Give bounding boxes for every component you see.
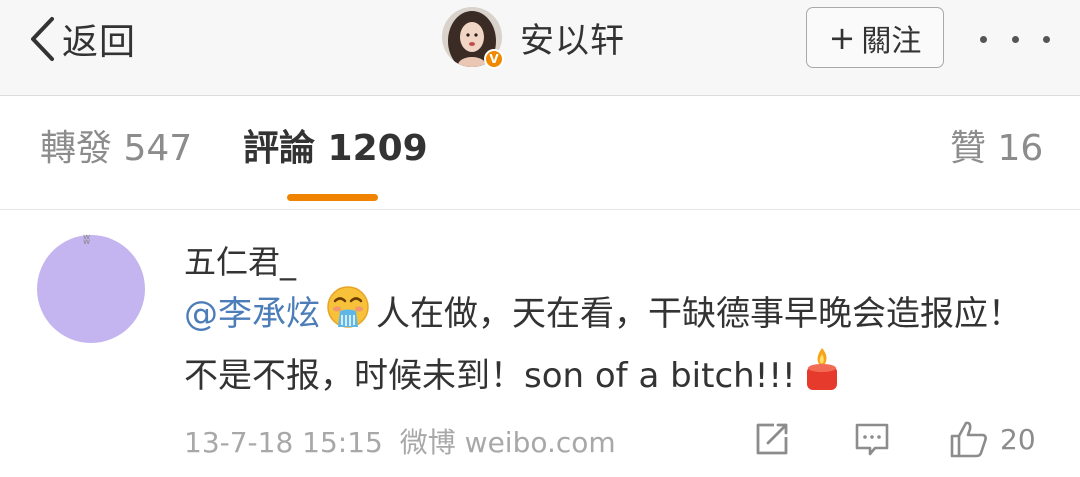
active-tab-indicator: [287, 194, 378, 201]
commenter-avatar[interactable]: ʬ: [37, 232, 145, 343]
profile-header[interactable]: V 安以轩: [442, 6, 625, 69]
chevron-left-icon: [31, 17, 54, 61]
verified-badge-icon: V: [484, 49, 504, 69]
commenter-username[interactable]: 五仁君_: [184, 237, 296, 283]
reply-button[interactable]: [852, 419, 892, 459]
repost-icon: [756, 423, 788, 455]
tab-bar: 轉發 547 評論 1209 贊 16: [0, 96, 1080, 210]
comment-source: 微博 weibo.com: [399, 426, 616, 459]
tab-reposts[interactable]: 轉發 547: [40, 126, 192, 172]
comment-meta: 13-7-18 15:15 微博 weibo.com: [184, 421, 624, 461]
navigation-bar: 返回 V 安以轩 + 關注: [0, 0, 1080, 96]
comment-item: ʬ 五仁君_ @李承炫 人在做，天在看，干缺德事早晚会造报应！不是不报，时候未到…: [0, 211, 1080, 477]
comment-icon: [855, 423, 889, 456]
profile-name[interactable]: 安以轩: [520, 13, 625, 62]
more-dots-icon[interactable]: [980, 24, 1050, 54]
like-button[interactable]: 20: [948, 419, 1036, 459]
follow-button[interactable]: + 關注: [806, 7, 944, 68]
comment-timestamp: 13-7-18 15:15: [184, 426, 383, 459]
back-button[interactable]: 返回: [28, 16, 137, 63]
vomit-emoji: [326, 285, 370, 346]
comment-text: @李承炫 人在做，天在看，干缺德事早晚会造报应！不是不报，时候未到！son of…: [184, 285, 1044, 409]
like-count: 20: [1000, 422, 1036, 456]
tab-likes[interactable]: 贊 16: [950, 126, 1043, 172]
thumbs-up-icon: [950, 421, 987, 458]
mention-link[interactable]: @李承炫: [184, 294, 320, 334]
repost-button[interactable]: [752, 419, 792, 459]
bunny-ears-icon: ʬ: [83, 232, 91, 248]
candle-emoji: [802, 346, 842, 409]
follow-label: 關注: [861, 23, 922, 59]
tab-comments[interactable]: 評論 1209: [243, 126, 428, 172]
plus-icon: +: [828, 18, 856, 57]
back-label: 返回: [62, 22, 137, 63]
